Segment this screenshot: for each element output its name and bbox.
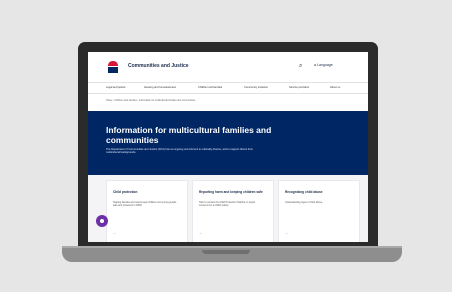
card-recognising-abuse[interactable]: Recognising child abuse Understanding si… (278, 180, 360, 242)
nsw-logo-icon[interactable] (106, 60, 120, 76)
nav-item-about[interactable]: About us (330, 86, 340, 89)
card-list: Child protection Helping families and ca… (88, 175, 368, 242)
breadcrumb[interactable]: Home › Children and families › Informati… (106, 99, 195, 102)
card-body: Understanding signs of child abuse. (285, 201, 323, 204)
chat-button-icon[interactable] (96, 215, 108, 227)
language-label: Language (317, 63, 333, 67)
nav-item-legal[interactable]: Legal and justice (106, 86, 125, 89)
laptop-screen: Communities and Justice ⌕ ● Language Leg… (88, 52, 368, 242)
site-header: Communities and Justice ⌕ ● Language (88, 52, 368, 83)
nav-item-housing[interactable]: Housing and homelessness (144, 86, 176, 89)
arrow-right-icon: → (285, 231, 288, 235)
nav-item-children[interactable]: Children and families (198, 86, 222, 89)
language-selector[interactable]: ● Language (314, 63, 333, 67)
arrow-right-icon: → (113, 231, 116, 235)
page-title: Information for multicultural families a… (106, 125, 272, 145)
page-intro: The Department of Communities and Justic… (106, 148, 254, 155)
nav-item-community[interactable]: Community inclusion (244, 86, 268, 89)
globe-icon: ● (314, 63, 317, 67)
card-title: Recognising child abuse (285, 190, 323, 194)
laptop-notch (202, 250, 250, 254)
nav-item-service-providers[interactable]: Service providers (289, 86, 309, 89)
card-title: Reporting harm and keeping children safe (199, 190, 263, 194)
site-title[interactable]: Communities and Justice (128, 63, 189, 69)
card-body: How to contact the Child Protection Help… (199, 201, 256, 208)
main-nav: Legal and justice Housing and homelessne… (88, 83, 368, 94)
search-icon[interactable]: ⌕ (299, 63, 302, 70)
card-title: Child protection (113, 190, 138, 194)
arrow-right-icon: → (199, 231, 202, 235)
card-body: Helping families and carers keep childre… (113, 201, 177, 208)
card-reporting-harm[interactable]: Reporting harm and keeping children safe… (192, 180, 274, 242)
card-child-protection[interactable]: Child protection Helping families and ca… (106, 180, 188, 242)
